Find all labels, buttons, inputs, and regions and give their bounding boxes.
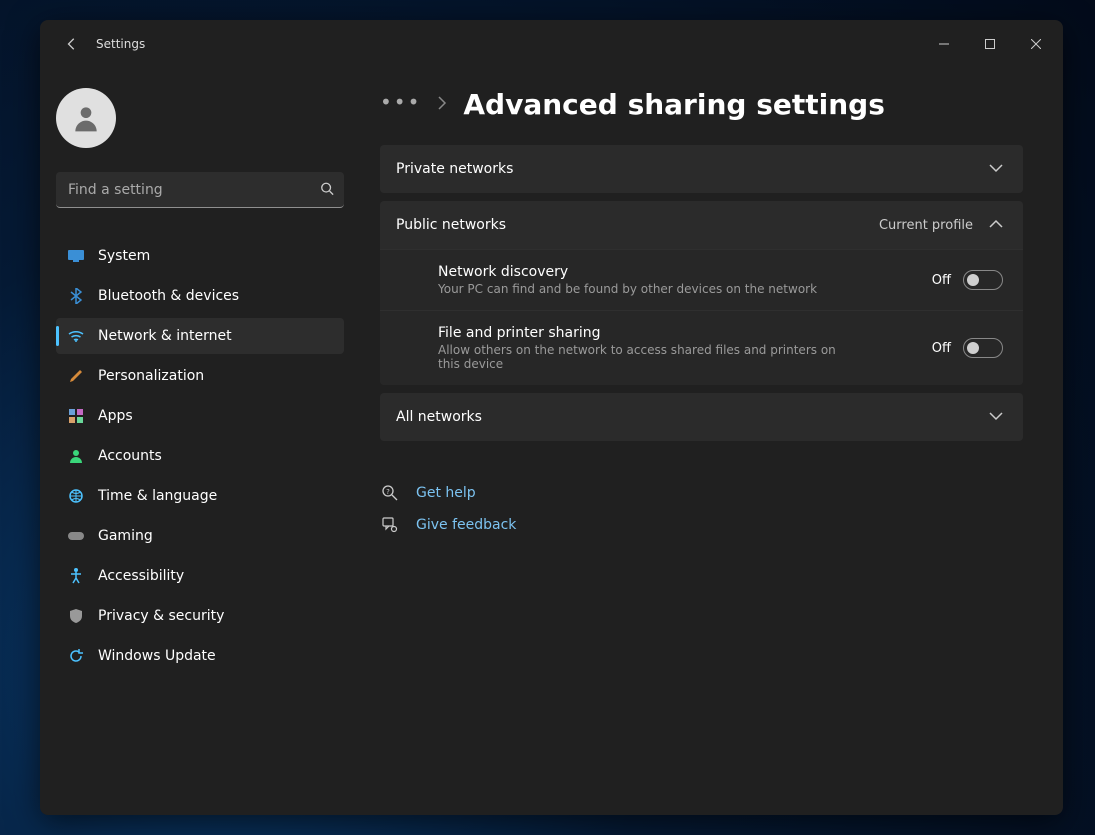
apps-icon [68, 408, 84, 424]
nav-item-accounts[interactable]: Accounts [56, 438, 344, 474]
search-box[interactable] [56, 172, 344, 208]
setting-title: File and printer sharing [438, 325, 932, 341]
brush-icon [68, 368, 84, 384]
nav-label: Accounts [98, 448, 162, 464]
accessibility-icon [68, 568, 84, 584]
avatar[interactable] [56, 88, 116, 148]
help-icon: ? [380, 483, 400, 503]
nav-label: Gaming [98, 528, 153, 544]
section-public-networks: Public networks Current profile Network … [380, 201, 1023, 385]
nav-item-apps[interactable]: Apps [56, 398, 344, 434]
chevron-down-icon [989, 161, 1003, 177]
nav-item-system[interactable]: System [56, 238, 344, 274]
nav-item-update[interactable]: Windows Update [56, 638, 344, 674]
nav-list: System Bluetooth & devices Network & int… [56, 238, 344, 674]
chevron-up-icon [989, 217, 1003, 233]
search-icon [320, 181, 334, 200]
toggle-file-printer-sharing[interactable] [963, 338, 1003, 358]
svg-text:?: ? [386, 488, 390, 496]
nav-label: Network & internet [98, 328, 232, 344]
nav-label: Apps [98, 408, 133, 424]
link-text: Give feedback [416, 517, 516, 533]
wifi-icon [68, 328, 84, 344]
search-input[interactable] [56, 172, 344, 208]
minimize-button[interactable] [921, 28, 967, 60]
sidebar: System Bluetooth & devices Network & int… [40, 68, 360, 815]
setting-desc: Your PC can find and be found by other d… [438, 282, 858, 296]
chevron-right-icon [437, 95, 447, 114]
section-all-networks: All networks [380, 393, 1023, 441]
nav-label: Personalization [98, 368, 204, 384]
expander-private-networks[interactable]: Private networks [380, 145, 1023, 193]
bluetooth-icon [68, 288, 84, 304]
setting-desc: Allow others on the network to access sh… [438, 343, 858, 371]
back-button[interactable] [56, 28, 88, 60]
maximize-button[interactable] [967, 28, 1013, 60]
nav-item-network[interactable]: Network & internet [56, 318, 344, 354]
nav-item-gaming[interactable]: Gaming [56, 518, 344, 554]
expander-all-networks[interactable]: All networks [380, 393, 1023, 441]
expander-public-networks[interactable]: Public networks Current profile [380, 201, 1023, 249]
nav-label: Accessibility [98, 568, 184, 584]
globe-icon [68, 488, 84, 504]
settings-window: Settings Sys [40, 20, 1063, 815]
main-content: ••• Advanced sharing settings Private ne… [360, 68, 1063, 815]
nav-label: Privacy & security [98, 608, 224, 624]
link-text: Get help [416, 485, 476, 501]
nav-item-bluetooth[interactable]: Bluetooth & devices [56, 278, 344, 314]
nav-item-privacy[interactable]: Privacy & security [56, 598, 344, 634]
get-help-link[interactable]: ? Get help [380, 477, 1023, 509]
person-icon [70, 102, 102, 134]
give-feedback-link[interactable]: Give feedback [380, 509, 1023, 541]
toggle-state-label: Off [932, 273, 951, 288]
nav-label: Time & language [98, 488, 217, 504]
nav-label: System [98, 248, 150, 264]
titlebar: Settings [40, 20, 1063, 68]
chevron-down-icon [989, 409, 1003, 425]
nav-label: Bluetooth & devices [98, 288, 239, 304]
nav-item-time-language[interactable]: Time & language [56, 478, 344, 514]
breadcrumb: ••• Advanced sharing settings [380, 88, 1023, 121]
close-button[interactable] [1013, 28, 1059, 60]
page-title: Advanced sharing settings [463, 88, 884, 121]
nav-label: Windows Update [98, 648, 216, 664]
setting-file-printer-sharing: File and printer sharing Allow others on… [380, 310, 1023, 385]
public-settings-list: Network discovery Your PC can find and b… [380, 249, 1023, 385]
setting-title: Network discovery [438, 264, 932, 280]
system-icon [68, 248, 84, 264]
section-label: All networks [396, 409, 989, 425]
section-label: Private networks [396, 161, 989, 177]
toggle-network-discovery[interactable] [963, 270, 1003, 290]
feedback-icon [380, 515, 400, 535]
section-private-networks: Private networks [380, 145, 1023, 193]
toggle-state-label: Off [932, 341, 951, 356]
nav-item-accessibility[interactable]: Accessibility [56, 558, 344, 594]
nav-item-personalization[interactable]: Personalization [56, 358, 344, 394]
current-profile-badge: Current profile [879, 218, 973, 233]
setting-network-discovery: Network discovery Your PC can find and b… [380, 249, 1023, 310]
window-title: Settings [96, 37, 145, 51]
breadcrumb-overflow[interactable]: ••• [380, 90, 421, 120]
shield-icon [68, 608, 84, 624]
section-label: Public networks [396, 217, 879, 233]
update-icon [68, 648, 84, 664]
accounts-icon [68, 448, 84, 464]
gaming-icon [68, 528, 84, 544]
